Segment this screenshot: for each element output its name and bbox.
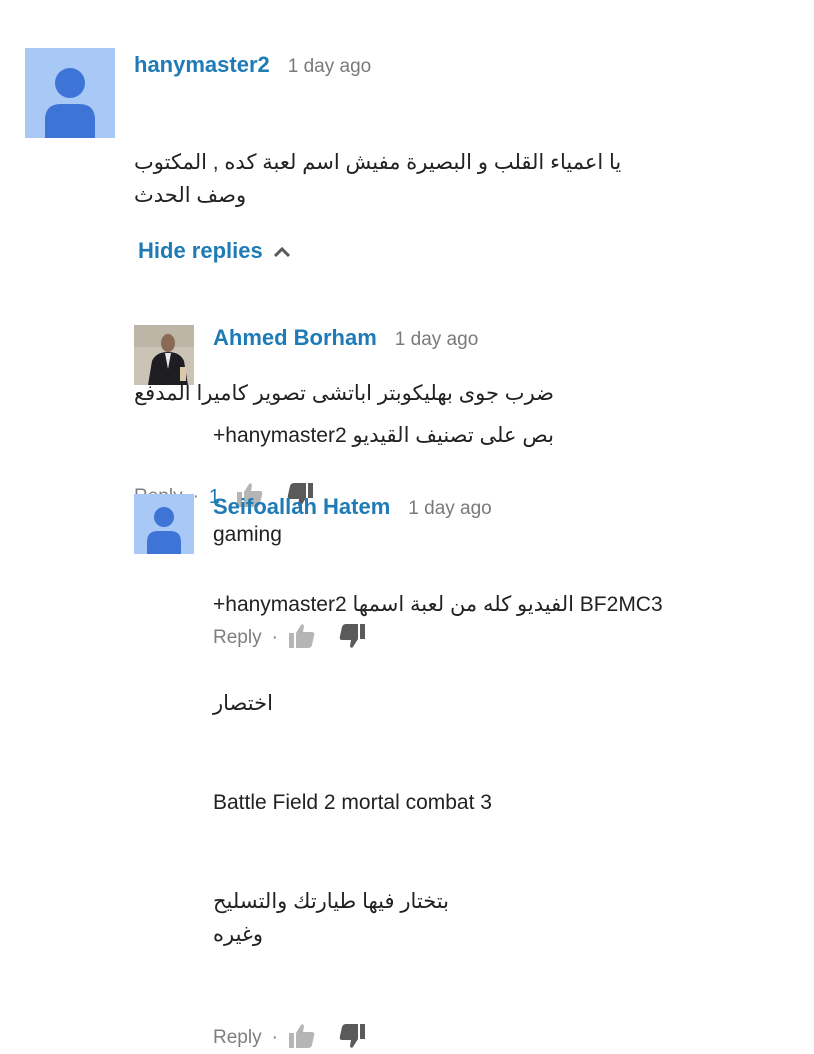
reply-comment: Seifoallah Hatem 1 day ago +hanymaster2 … [134,494,733,1053]
comment-header: Ahmed Borham 1 day ago [213,325,733,351]
avatar[interactable] [134,325,194,385]
timestamp[interactable]: 1 day ago [288,56,371,78]
hide-replies-label: Hide replies [138,238,263,263]
comment-actions: Reply · [213,1023,733,1053]
author-name[interactable]: Ahmed Borham [213,325,377,351]
default-user-icon [134,494,194,554]
separator-dot: · [271,1027,278,1048]
timestamp[interactable]: 1 day ago [408,498,491,520]
author-name[interactable]: hanymaster2 [134,52,270,78]
chevron-up-icon [273,238,291,264]
reply-button[interactable]: Reply [213,1027,262,1049]
timestamp[interactable]: 1 day ago [395,329,478,351]
comment-header: Seifoallah Hatem 1 day ago [213,494,733,520]
avatar[interactable] [134,494,194,554]
thumbs-up-icon[interactable] [288,1023,316,1054]
author-name[interactable]: Seifoallah Hatem [213,494,390,520]
comment-header: hanymaster2 1 day ago [134,52,674,78]
thumbs-down-icon[interactable] [338,1023,366,1054]
comment-line: +hanymaster2 الفيديو كله من لعبة اسمها B… [213,593,663,616]
comment-body: Seifoallah Hatem 1 day ago +hanymaster2 … [213,494,733,1053]
comment-text: +hanymaster2 الفيديو كله من لعبة اسمها B… [213,522,733,1017]
profile-photo [134,325,194,385]
avatar[interactable] [25,48,115,138]
comment-line: Battle Field 2 mortal combat 3 [213,791,492,814]
comment-line: +hanymaster2 بص على تصنيف القيديو [213,424,554,447]
comment-line [134,278,674,311]
default-user-icon [25,48,115,138]
hide-replies-button[interactable]: Hide replies [138,238,291,264]
comment-line: يا اعمياء القلب و البصيرة مفيش اسم لعبة … [128,151,622,207]
comment-line: بتختار فيها طيارتك والتسليح وغيره [207,890,449,946]
comment-line: اختصار [213,692,273,715]
